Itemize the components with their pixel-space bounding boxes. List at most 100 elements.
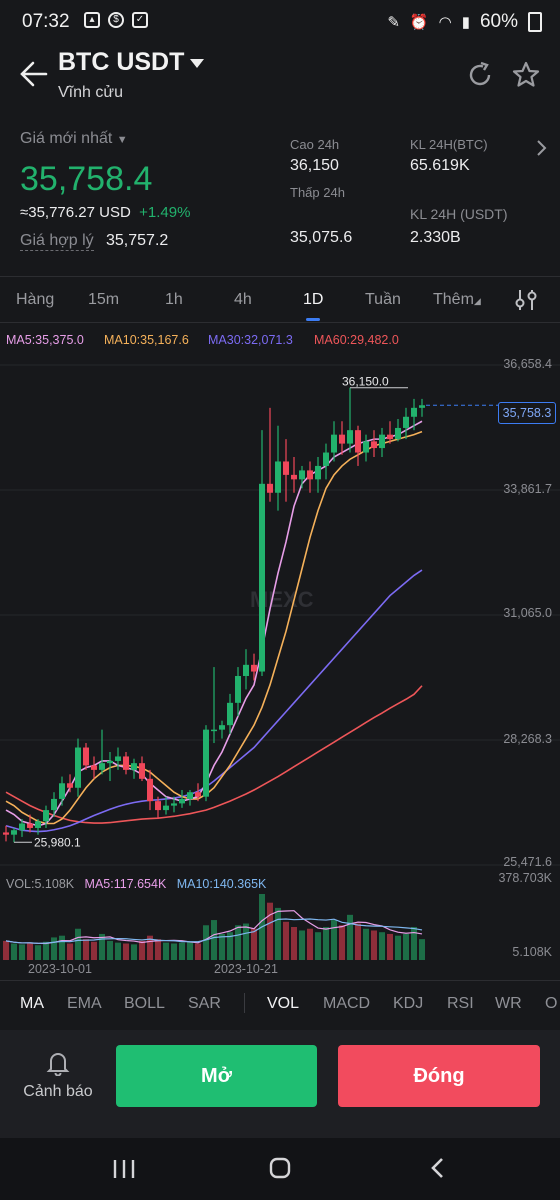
candle — [83, 743, 89, 770]
candle — [283, 439, 289, 502]
indicator-ema[interactable]: EMA — [67, 995, 102, 1013]
ma30-legend: MA30:32,071.3 — [208, 333, 293, 347]
ma5-legend: MA5:35,375.0 — [6, 333, 84, 347]
volume-bar — [203, 925, 209, 960]
volume-bar — [387, 933, 393, 960]
volume-bar — [315, 932, 321, 960]
candle — [11, 827, 17, 843]
ma5-line — [5, 420, 423, 827]
candle — [203, 725, 209, 802]
caret-down-icon: ▼ — [116, 134, 128, 146]
volume-bar — [379, 932, 385, 960]
tab-1h[interactable]: 1h — [165, 291, 183, 309]
indicator-more[interactable]: O — [545, 995, 557, 1013]
y-tick-label: 33,861.7 — [503, 482, 552, 496]
candlestick-chart[interactable]: MEXC 36,150.025,980.1 — [0, 350, 560, 880]
indicator-rsi[interactable]: RSI — [447, 995, 474, 1013]
alert-button[interactable]: Cảnh báo — [18, 1050, 98, 1110]
candle — [75, 738, 81, 797]
pair-selector[interactable]: BTC USDT — [58, 48, 205, 77]
candle — [395, 419, 401, 442]
fair-price-label[interactable]: Giá hợp lý — [20, 232, 94, 251]
back-arrow-icon[interactable] — [18, 58, 50, 90]
indicator-settings-icon[interactable] — [514, 288, 540, 312]
open-position-button[interactable]: Mở — [116, 1045, 317, 1107]
vol-btc-value: 65.619K — [410, 157, 470, 174]
y-tick-label: 28,268.3 — [503, 732, 552, 746]
signal-icon: ▮ — [461, 14, 470, 31]
back-nav-icon[interactable] — [428, 1156, 448, 1180]
volume-bar — [339, 925, 345, 960]
divider — [0, 980, 560, 981]
candle — [123, 751, 129, 775]
candle — [91, 756, 97, 779]
check-icon: ✓ — [132, 12, 148, 28]
star-icon[interactable] — [511, 60, 541, 90]
volume-bar — [347, 914, 353, 960]
volume-bar — [11, 943, 17, 960]
tab-week[interactable]: Tuần — [365, 291, 401, 309]
volume-bar — [371, 930, 377, 960]
indicator-kdj[interactable]: KDJ — [393, 995, 423, 1013]
candle — [299, 465, 305, 489]
usd-equivalent: ≈35,776.27 USD +1.49% — [20, 204, 191, 221]
tab-4h[interactable]: 4h — [234, 291, 252, 309]
volume-legend: VOL:5.108K MA5:117.654K MA10:140.365K — [6, 877, 266, 891]
ma60-legend: MA60:29,482.0 — [314, 333, 399, 347]
volume-bar — [419, 939, 425, 960]
status-time: 07:32 — [22, 11, 70, 32]
pen-icon: ✎ — [387, 14, 400, 31]
system-nav-bar — [0, 1138, 560, 1200]
current-price-tag[interactable]: 35,758.3 — [498, 402, 556, 424]
alert-label: Cảnh báo — [23, 1083, 93, 1100]
vol-ma5-label: MA5:117.654K — [84, 877, 167, 891]
volume-bar — [75, 928, 81, 960]
tab-line[interactable]: Hàng — [16, 291, 54, 309]
refresh-share-icon[interactable] — [465, 60, 495, 90]
ma10-legend: MA10:35,167.6 — [104, 333, 189, 347]
volume-bar — [91, 941, 97, 960]
s-app-icon: $ — [108, 12, 124, 28]
volume-bar — [323, 927, 329, 960]
indicator-macd[interactable]: MACD — [323, 995, 370, 1013]
vol-btc-label: KL 24H(BTC) — [410, 137, 488, 152]
indicator-vol[interactable]: VOL — [267, 995, 299, 1013]
battery-text: 60% — [479, 11, 518, 32]
candle — [355, 425, 361, 466]
low-24h-label: Thấp 24h — [290, 185, 345, 200]
chevron-right-icon[interactable] — [534, 138, 548, 158]
candle — [211, 667, 217, 744]
candle — [35, 819, 41, 835]
volume-bar — [395, 935, 401, 960]
candle — [51, 792, 57, 817]
volume-bar — [275, 907, 281, 960]
x-tick-label: 2023-10-01 — [28, 962, 92, 976]
volume-bar — [403, 933, 409, 960]
indicator-ma[interactable]: MA — [20, 995, 44, 1013]
candle — [99, 729, 105, 775]
volume-bar — [139, 940, 145, 960]
tab-15m[interactable]: 15m — [88, 291, 119, 309]
status-bar: 07:32 ▴ $ ✓ ✎ ⏰ ◠ ▮ 60% — [0, 0, 560, 42]
high-24h-value: 36,150 — [290, 157, 339, 174]
volume-bar — [235, 925, 241, 960]
indicator-wr[interactable]: WR — [495, 995, 522, 1013]
indicator-sar[interactable]: SAR — [188, 995, 221, 1013]
volume-bar — [27, 942, 33, 960]
home-icon[interactable] — [268, 1156, 292, 1180]
close-position-button[interactable]: Đóng — [338, 1045, 540, 1107]
volume-bar — [219, 933, 225, 960]
indicator-boll[interactable]: BOLL — [124, 995, 165, 1013]
latest-price-label[interactable]: Giá mới nhất ▼ — [20, 130, 128, 148]
candle — [267, 407, 273, 502]
active-tab-indicator — [306, 318, 320, 321]
recent-apps-icon[interactable] — [112, 1158, 136, 1180]
tab-more[interactable]: Thêm◢ — [433, 291, 481, 309]
volume-bar — [195, 943, 201, 960]
candle — [59, 776, 65, 806]
candle — [419, 398, 425, 417]
volume-bar — [35, 945, 41, 960]
tab-1d[interactable]: 1D — [303, 291, 323, 309]
candle — [235, 667, 241, 717]
volume-bar — [355, 923, 361, 960]
